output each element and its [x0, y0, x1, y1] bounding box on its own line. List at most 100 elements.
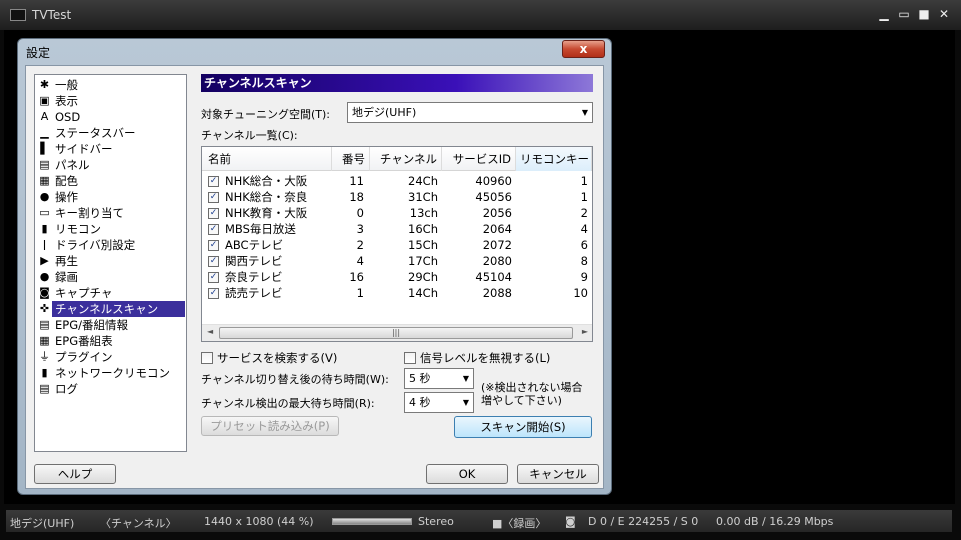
tree-item[interactable]: ▣ 表示	[35, 93, 186, 109]
sidebar-icon: ▌	[40, 142, 49, 155]
ignore-signal-label: 信号レベルを無視する(L)	[420, 351, 551, 365]
channel-list-rows: ✓ NHK総合・大阪 11 24Ch 40960 1 ✓ NHK総合・奈良 18 31Ch 4505…	[202, 173, 592, 301]
status-channel[interactable]: 〈チャンネル〉	[100, 515, 177, 531]
tree-item[interactable]: ✱ 一般	[35, 77, 186, 93]
help-button[interactable]: ヘルプ	[34, 464, 116, 484]
channel-enabled-checkbox[interactable]: ✓	[208, 175, 219, 187]
channel-scan-panel: チャンネルスキャン 対象チューニング空間(T): 地デジ(UHF) ▼ チャンネ…	[201, 74, 596, 454]
tree-item-label: 一般	[55, 78, 78, 92]
channel-list[interactable]: 名前 番号 チャンネル サービスID リモコンキー ✓ NHK総合・大阪 11 24Ch 409…	[201, 146, 593, 342]
channel-enabled-checkbox[interactable]: ✓	[208, 287, 219, 299]
minimize-icon[interactable]: ▁	[877, 7, 891, 21]
tree-item-label: ログ	[55, 382, 78, 396]
channel-channel-cell: 13ch	[409, 206, 438, 220]
switch-wait-select[interactable]: 5 秒 ▼	[404, 368, 474, 389]
channel-list-header: 名前 番号 チャンネル サービスID リモコンキー	[202, 147, 592, 171]
channel-enabled-checkbox[interactable]: ✓	[208, 239, 219, 251]
ok-button[interactable]: OK	[426, 464, 508, 484]
scan-start-button[interactable]: スキャン開始(S)	[454, 416, 592, 438]
fullscreen-icon[interactable]: ■	[917, 7, 931, 21]
tree-item[interactable]: ▮ リモコン	[35, 221, 186, 237]
channel-enabled-checkbox[interactable]: ✓	[208, 255, 219, 267]
camera-icon: ◙	[39, 286, 50, 299]
tuning-space-select[interactable]: 地デジ(UHF) ▼	[347, 102, 593, 123]
tree-item[interactable]: ▭ キー割り当て	[35, 205, 186, 221]
status-audio[interactable]: Stereo	[418, 515, 454, 528]
horizontal-scrollbar[interactable]: ◄ ||| ►	[202, 324, 592, 341]
record-icon: ●	[39, 270, 50, 283]
switch-wait-label: チャンネル切り替え後の待ち時間(W):	[201, 373, 389, 386]
preset-load-button[interactable]: プリセット読み込み(P)	[201, 416, 339, 436]
column-header[interactable]: 番号	[332, 147, 370, 171]
settings-category-tree[interactable]: ✱ 一般 ▣ 表示 A OSD ▁ ステータスバー ▌ サイドバー ▤ パネル ▦ 配色 ● 操作 ▭ キー割り当…	[34, 74, 187, 452]
channel-channel-cell: 29Ch	[408, 270, 438, 284]
cancel-button[interactable]: キャンセル	[517, 464, 599, 484]
channel-row[interactable]: ✓ MBS毎日放送 3 16Ch 2064 4	[202, 221, 592, 237]
channel-name-cell: ✓ 関西テレビ	[202, 253, 332, 269]
tree-item[interactable]: ▤ ログ	[35, 381, 186, 397]
detect-wait-select[interactable]: 4 秒 ▼	[404, 392, 474, 413]
channel-row[interactable]: ✓ ABCテレビ 2 15Ch 2072 6	[202, 237, 592, 253]
channel-row[interactable]: ✓ NHK教育・大阪 0 13ch 2056 2	[202, 205, 592, 221]
channel-name-cell: ✓ NHK総合・大阪	[202, 173, 332, 189]
tree-item[interactable]: ● 録画	[35, 269, 186, 285]
tree-item-label: OSD	[55, 110, 81, 124]
tree-item[interactable]: ▶ 再生	[35, 253, 186, 269]
tree-item-label: EPG/番組情報	[55, 318, 128, 332]
camera-icon[interactable]: ◙	[565, 515, 576, 528]
column-header[interactable]: チャンネル	[370, 147, 442, 171]
channel-row[interactable]: ✓ 関西テレビ 4 17Ch 2080 8	[202, 253, 592, 269]
status-resolution[interactable]: 1440 x 1080 (44 %)	[204, 515, 314, 528]
tree-item[interactable]: ▁ ステータスバー	[35, 125, 186, 141]
scroll-left-icon[interactable]: ◄	[207, 327, 213, 336]
scroll-right-icon[interactable]: ►	[582, 327, 588, 336]
channel-enabled-checkbox[interactable]: ✓	[208, 207, 219, 219]
status-error: D 0 / E 224255 / S 0	[588, 515, 699, 528]
channel-row[interactable]: ✓ NHK総合・大阪 11 24Ch 40960 1	[202, 173, 592, 189]
tuning-space-value: 地デジ(UHF)	[352, 106, 417, 119]
status-record[interactable]: ■〈録画〉	[492, 515, 546, 531]
scroll-thumb[interactable]: |||	[219, 327, 573, 339]
dialog-close-button[interactable]: x	[562, 40, 605, 58]
channel-service-id-cell: 2088	[482, 286, 512, 300]
tree-item[interactable]: ▤ パネル	[35, 157, 186, 173]
tree-item[interactable]: ▦ 配色	[35, 173, 186, 189]
channel-channel-cell: 15Ch	[408, 238, 438, 252]
volume-bar[interactable]	[332, 518, 412, 525]
tree-item[interactable]: ǀ ドライバ別設定	[35, 237, 186, 253]
channel-name-cell: ✓ ABCテレビ	[202, 237, 332, 253]
channel-service-id-cell: 45056	[475, 190, 512, 204]
tree-item[interactable]: ✜ チャンネルスキャン	[35, 301, 186, 317]
ignore-signal-checkbox[interactable]: 信号レベルを無視する(L)	[404, 350, 550, 366]
tree-item[interactable]: ◙ キャプチャ	[35, 285, 186, 301]
channel-row[interactable]: ✓ NHK総合・奈良 18 31Ch 45056 1	[202, 189, 592, 205]
tree-item[interactable]: ▌ サイドバー	[35, 141, 186, 157]
chevron-down-icon: ▼	[462, 374, 469, 383]
channel-row[interactable]: ✓ 読売テレビ 1 14Ch 2088 10	[202, 285, 592, 301]
status-tuning-space[interactable]: 地デジ(UHF)	[10, 515, 74, 531]
column-header[interactable]: リモコンキー	[516, 147, 592, 171]
app-title: TVTest	[32, 8, 72, 22]
channel-enabled-checkbox[interactable]: ✓	[208, 191, 219, 203]
tree-item[interactable]: ▦ EPG番組表	[35, 333, 186, 349]
epg-icon: ▤	[39, 318, 50, 331]
tree-item[interactable]: ● 操作	[35, 189, 186, 205]
close-icon[interactable]: ✕	[937, 7, 951, 21]
restore-icon[interactable]: ▭	[897, 7, 911, 21]
app-titlebar[interactable]: TVTest ▁ ▭ ■ ✕	[0, 0, 961, 30]
channel-enabled-checkbox[interactable]: ✓	[208, 223, 219, 235]
column-header[interactable]: サービスID	[442, 147, 516, 171]
tree-item[interactable]: ⏚ プラグイン	[35, 349, 186, 365]
channel-number-cell: 4	[356, 254, 364, 268]
tree-item-label: サイドバー	[55, 142, 113, 156]
channel-service-id-cell: 2080	[482, 254, 512, 268]
column-header[interactable]: 名前	[202, 147, 332, 171]
channel-key-cell: 1	[580, 190, 588, 204]
channel-row[interactable]: ✓ 奈良テレビ 16 29Ch 45104 9	[202, 269, 592, 285]
tree-item[interactable]: A OSD	[35, 109, 186, 125]
tree-item[interactable]: ▮ ネットワークリモコン	[35, 365, 186, 381]
search-service-checkbox[interactable]: サービスを検索する(V)	[201, 350, 337, 366]
wait-note-line2: 増やして下さい)	[481, 394, 562, 407]
tree-item[interactable]: ▤ EPG/番組情報	[35, 317, 186, 333]
channel-enabled-checkbox[interactable]: ✓	[208, 271, 219, 283]
